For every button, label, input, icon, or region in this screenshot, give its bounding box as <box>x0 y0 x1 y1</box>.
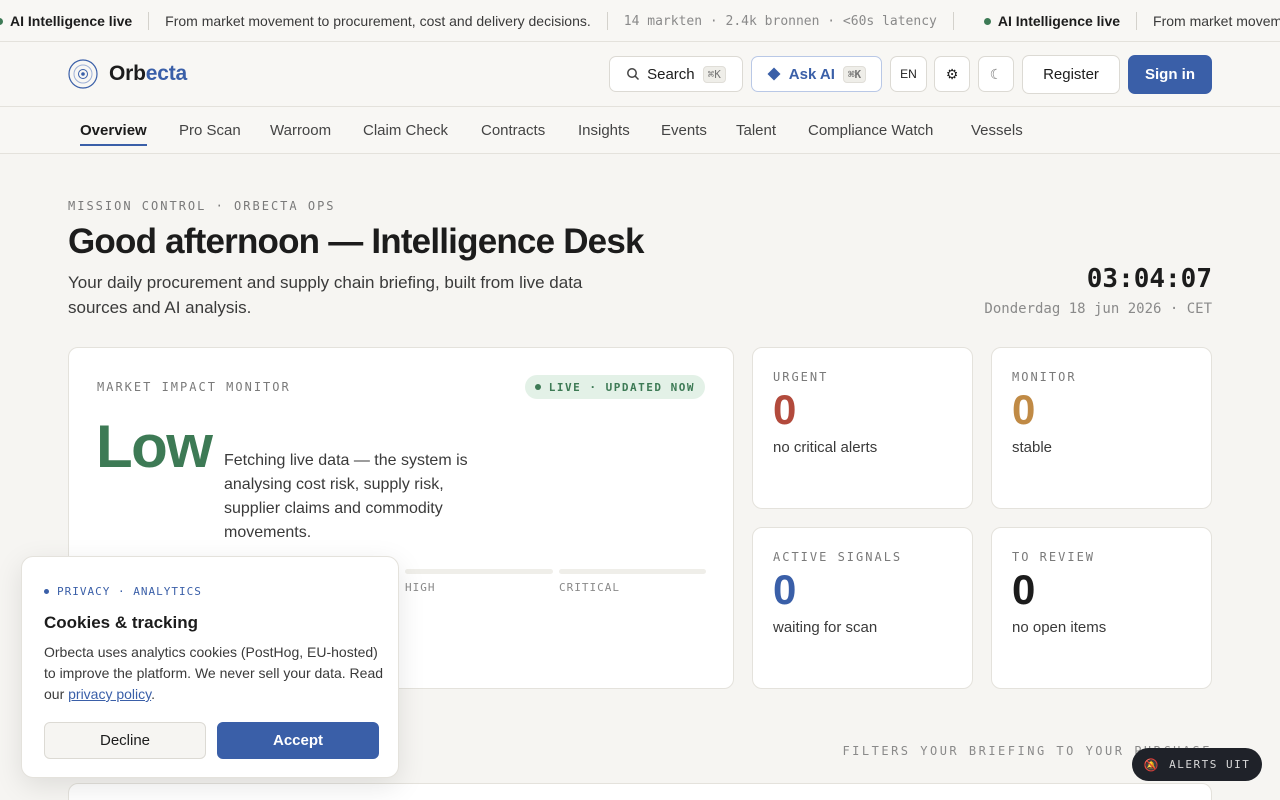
briefing-filters-card <box>68 783 1212 800</box>
stat-value: 0 <box>773 386 797 433</box>
orbit-logo-icon <box>68 59 98 89</box>
live-status-text: LIVE · UPDATED NOW <box>548 380 695 394</box>
moon-icon: ☾ <box>989 65 1003 82</box>
cookie-consent-dialog: PRIVACY · ANALYTICS Cookies & tracking O… <box>21 556 399 778</box>
search-icon <box>627 68 640 81</box>
alerts-toggle-button[interactable]: 🔕 ALERTS UIT <box>1132 748 1262 781</box>
page-title: Good afternoon — Intelligence Desk <box>68 222 644 261</box>
brand-logo[interactable]: Orbecta <box>68 59 187 89</box>
cookie-body: Orbecta uses analytics cookies (PostHog,… <box>44 642 384 705</box>
tab-overview[interactable]: Overview <box>80 107 147 154</box>
cookie-title: Cookies & tracking <box>44 613 198 632</box>
stat-label: URGENT <box>773 370 829 384</box>
tab-warroom[interactable]: Warroom <box>270 107 331 154</box>
stat-value: 0 <box>1012 386 1036 433</box>
ask-ai-label: Ask AI <box>788 65 835 83</box>
search-shortcut: ⌘K <box>702 65 726 83</box>
sign-in-label: Sign in <box>1145 66 1195 83</box>
tab-vessels[interactable]: Vessels <box>971 107 1023 154</box>
live-status-badge: LIVE · UPDATED NOW <box>524 375 705 399</box>
tab-events[interactable]: Events <box>661 107 707 154</box>
tab-claim-check[interactable]: Claim Check <box>363 107 448 154</box>
impact-level: Low <box>96 413 213 480</box>
stat-card-active-signals[interactable]: ACTIVE SIGNALS 0 waiting for scan <box>752 527 973 689</box>
theme-toggle-button[interactable]: ☾ <box>978 56 1014 92</box>
tab-insights[interactable]: Insights <box>578 107 630 154</box>
section-eyebrow: MISSION CONTROL · ORBECTA OPS <box>68 199 336 213</box>
sign-in-button[interactable]: Sign in <box>1128 55 1212 94</box>
tab-contracts[interactable]: Contracts <box>481 107 545 154</box>
cookie-body-end: . <box>151 686 156 702</box>
ticker-divider <box>1136 12 1138 30</box>
stat-value: 0 <box>773 566 797 613</box>
scale-segment-critical <box>559 569 706 574</box>
ticker-divider <box>606 12 608 30</box>
ask-ai-button[interactable]: Ask AI ⌘K <box>751 56 882 92</box>
register-label: Register <box>1043 66 1099 83</box>
scale-segment-high <box>405 569 553 574</box>
ticker-live-label-repeat: AI Intelligence live <box>997 13 1121 29</box>
tab-pro-scan[interactable]: Pro Scan <box>179 107 241 154</box>
stat-card-monitor[interactable]: MONITOR 0 stable <box>991 347 1212 509</box>
top-header: Orbecta Search ⌘K Ask AI ⌘K EN ⚙ ☾ Regis… <box>0 42 1280 107</box>
ticker-divider <box>952 12 954 30</box>
decline-button[interactable]: Decline <box>44 722 206 759</box>
gear-icon: ⚙ <box>945 65 959 82</box>
language-button[interactable]: EN <box>890 56 927 92</box>
stat-card-to-review[interactable]: TO REVIEW 0 no open items <box>991 527 1212 689</box>
language-label: EN <box>900 67 917 81</box>
register-button[interactable]: Register <box>1022 55 1120 94</box>
tab-compliance-watch[interactable]: Compliance Watch <box>808 107 933 154</box>
stat-subtitle: no critical alerts <box>773 439 878 456</box>
impact-card-label: MARKET IMPACT MONITOR <box>97 380 291 394</box>
cookie-tag: PRIVACY · ANALYTICS <box>44 585 202 598</box>
stat-subtitle: no open items <box>1012 619 1107 636</box>
scale-label-critical: CRITICAL <box>559 581 620 594</box>
accept-button[interactable]: Accept <box>217 722 379 759</box>
ticker-divider <box>148 12 150 30</box>
stat-value: 0 <box>1012 566 1036 613</box>
ask-ai-shortcut: ⌘K <box>842 65 867 83</box>
live-clock: 03:04:07 <box>1086 264 1212 294</box>
live-dot-icon <box>0 17 3 25</box>
live-dot-icon <box>983 17 991 25</box>
ticker-strip: AI Intelligence live From market movemen… <box>0 0 1280 41</box>
ticker-message: From market movement to procurement, cos… <box>165 13 591 29</box>
impact-description: Fetching live data — the system is analy… <box>224 452 468 541</box>
tab-talent[interactable]: Talent <box>736 107 776 154</box>
bell-off-icon: 🔕 <box>1143 757 1161 772</box>
ticker-message-repeat: From market movement to procurement, cos… <box>1153 13 1280 29</box>
brand-name: Orbecta <box>109 62 187 85</box>
privacy-policy-link[interactable]: privacy policy <box>68 686 151 702</box>
alerts-label: ALERTS UIT <box>1169 758 1251 771</box>
stat-label: MONITOR <box>1012 370 1077 384</box>
stat-subtitle: waiting for scan <box>773 619 878 636</box>
stat-label: ACTIVE SIGNALS <box>773 550 903 564</box>
ticker-live-label: AI Intelligence live <box>10 13 133 29</box>
search-button[interactable]: Search ⌘K <box>609 56 743 92</box>
stat-label: TO REVIEW <box>1012 550 1096 564</box>
live-ticker: AI Intelligence live From market movemen… <box>0 0 1280 42</box>
stat-subtitle: stable <box>1012 439 1053 456</box>
current-date: Donderdag 18 jun 2026 · CET <box>984 301 1212 317</box>
scale-label-high: HIGH <box>405 581 436 594</box>
page-subtitle: Your daily procurement and supply chain … <box>68 273 583 317</box>
main-nav: Overview Pro Scan Warroom Claim Check Co… <box>0 107 1280 154</box>
cookie-tag-text: PRIVACY · ANALYTICS <box>57 585 202 598</box>
tag-dot-icon <box>44 589 49 594</box>
live-dot-icon <box>534 384 541 390</box>
settings-button[interactable]: ⚙ <box>934 56 970 92</box>
search-label: Search <box>647 65 695 83</box>
ticker-meta: 14 markten · 2.4k bronnen · <60s latency <box>623 13 937 29</box>
diamond-icon <box>767 67 781 81</box>
stat-card-urgent[interactable]: URGENT 0 no critical alerts <box>752 347 973 509</box>
